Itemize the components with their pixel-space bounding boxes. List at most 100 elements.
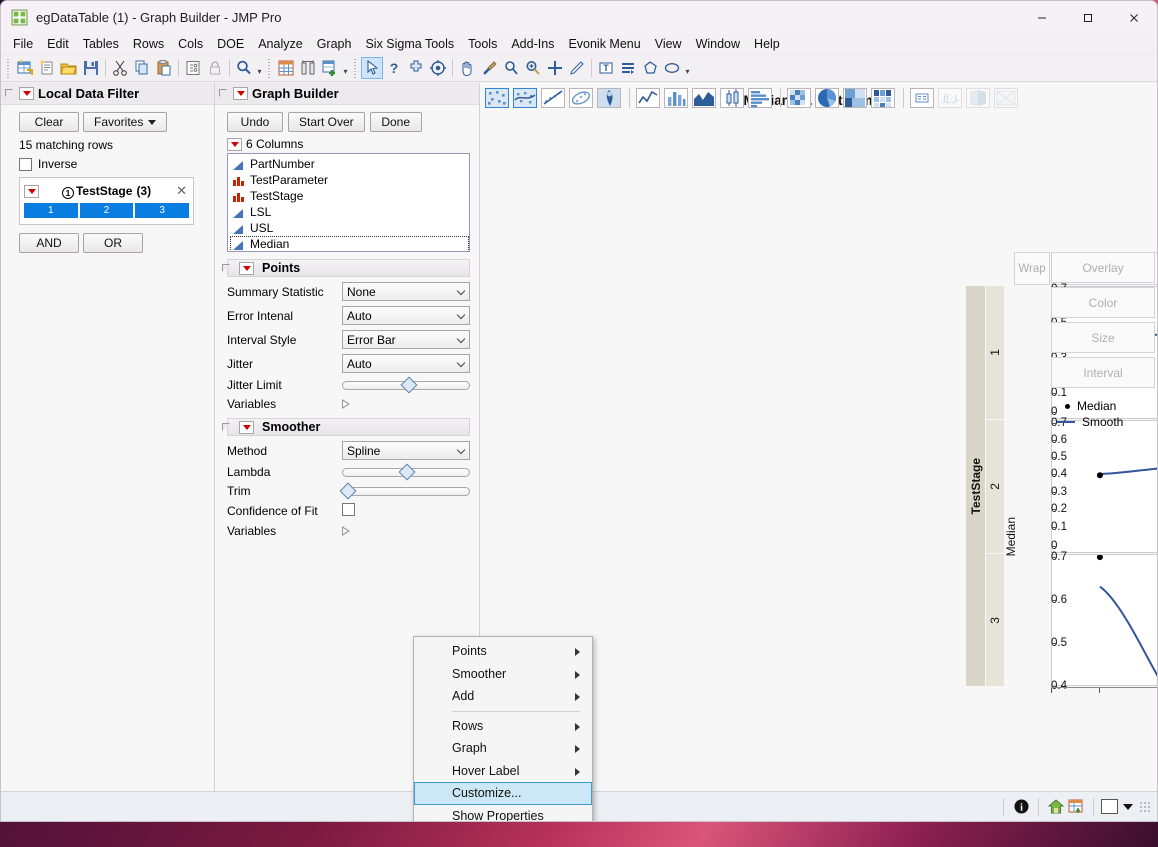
zoom-in-icon[interactable] <box>522 57 544 79</box>
toolbar-overflow-button[interactable]: ▾ <box>341 58 350 78</box>
menu-six-sigma-tools[interactable]: Six Sigma Tools <box>358 35 461 53</box>
columns-icon[interactable] <box>297 57 319 79</box>
copy-icon[interactable] <box>131 57 153 79</box>
filter-level-item[interactable]: 2 <box>80 203 134 218</box>
scatter-line-icon[interactable] <box>540 86 566 110</box>
trim-slider[interactable] <box>342 484 470 498</box>
overlay-drop-zone[interactable]: Overlay <box>1051 252 1155 283</box>
column-item-usl[interactable]: USL <box>230 220 469 236</box>
disclosure-triangle-icon[interactable] <box>222 423 231 432</box>
facet-label-3[interactable]: 3 <box>986 554 1004 686</box>
error-interval-select[interactable]: Auto <box>342 306 470 325</box>
bar-chart-icon[interactable] <box>663 86 689 110</box>
toolbar-overflow-button[interactable]: ▾ <box>683 58 692 78</box>
interval-style-select[interactable]: Error Bar <box>342 330 470 349</box>
smoother-red-triangle-menu-icon[interactable] <box>239 421 254 434</box>
red-triangle-menu-icon[interactable] <box>233 87 248 100</box>
disclosure-triangle-icon[interactable] <box>5 89 14 98</box>
context-menu-item-rows[interactable]: Rows <box>414 715 592 738</box>
or-button[interactable]: OR <box>83 233 143 253</box>
crosshair-icon[interactable] <box>405 57 427 79</box>
context-menu-item-graph[interactable]: Graph <box>414 737 592 760</box>
new-script-icon[interactable] <box>36 57 58 79</box>
graph-builder-header[interactable]: Graph Builder <box>215 83 479 105</box>
lambda-slider[interactable] <box>342 465 470 479</box>
histogram-icon[interactable] <box>747 86 773 110</box>
resize-grip-icon[interactable] <box>1139 801 1151 813</box>
wrap-drop-zone[interactable]: Wrap <box>1014 252 1050 285</box>
dropdown-chevron-icon[interactable] <box>1123 804 1133 810</box>
paintbrush-icon[interactable] <box>478 57 500 79</box>
heatmap-icon[interactable] <box>786 86 812 110</box>
maximize-button[interactable] <box>1065 1 1111 34</box>
menu-window[interactable]: Window <box>689 35 747 53</box>
toolbar-grip[interactable] <box>5 59 12 78</box>
pie-chart-icon[interactable] <box>814 86 840 110</box>
menu-rows[interactable]: Rows <box>126 35 171 53</box>
color-drop-zone[interactable]: Color <box>1051 287 1155 318</box>
hand-grabber-icon[interactable] <box>456 57 478 79</box>
data-point[interactable] <box>1097 472 1103 478</box>
ellipse-icon[interactable] <box>568 86 594 110</box>
context-menu-item-points[interactable]: Points <box>414 640 592 663</box>
columns-header-row[interactable]: 6 Columns <box>215 132 479 153</box>
summary-statistic-select[interactable]: None <box>342 282 470 301</box>
datatable-icon[interactable] <box>1066 797 1086 817</box>
interval-drop-zone[interactable]: Interval <box>1051 357 1155 388</box>
inverse-checkbox[interactable] <box>19 158 32 171</box>
cut-icon[interactable] <box>109 57 131 79</box>
polygon-tool-icon[interactable] <box>639 57 661 79</box>
points-icon[interactable] <box>484 86 510 110</box>
jitter-select[interactable]: Auto <box>342 354 470 373</box>
points-red-triangle-menu-icon[interactable] <box>239 262 254 275</box>
minimize-button[interactable] <box>1019 1 1065 34</box>
done-button[interactable]: Done <box>370 112 422 132</box>
context-menu-item-add[interactable]: Add <box>414 685 592 708</box>
new-datatable-icon[interactable] <box>14 57 36 79</box>
box-plot-icon[interactable] <box>719 86 745 110</box>
legend-item-smooth[interactable]: Smooth <box>1057 414 1155 430</box>
caption-box-icon[interactable] <box>909 86 935 110</box>
disclosure-triangle-icon[interactable] <box>222 264 231 273</box>
column-item-testparameter[interactable]: TestParameter <box>230 172 469 188</box>
filter-level-item[interactable]: 1 <box>24 203 78 218</box>
column-item-lsl[interactable]: LSL <box>230 204 469 220</box>
line-chart-icon[interactable] <box>635 86 661 110</box>
filter-red-triangle-menu-icon[interactable] <box>24 185 39 198</box>
group-y-variable-band[interactable]: TestStage <box>966 286 985 686</box>
slider-knob[interactable] <box>401 377 418 394</box>
toolbar-overflow-button[interactable]: ▾ <box>255 58 264 78</box>
search-icon[interactable] <box>233 57 255 79</box>
open-icon[interactable] <box>58 57 80 79</box>
line-tool-icon[interactable] <box>617 57 639 79</box>
menu-analyze[interactable]: Analyze <box>251 35 309 53</box>
context-menu-item-customize[interactable]: Customize... <box>414 782 592 805</box>
pencil-icon[interactable] <box>566 57 588 79</box>
expand-arrow-icon[interactable] <box>342 399 350 409</box>
color-swatch-icon[interactable] <box>1101 799 1118 814</box>
menu-tools[interactable]: Tools <box>461 35 504 53</box>
mosaic-icon[interactable] <box>870 86 896 110</box>
treemap-icon[interactable] <box>842 86 868 110</box>
and-button[interactable]: AND <box>19 233 79 253</box>
brush-target-icon[interactable] <box>427 57 449 79</box>
facet-label-1[interactable]: 1 <box>986 286 1004 419</box>
contour-icon[interactable] <box>596 86 622 110</box>
red-triangle-menu-icon[interactable] <box>19 87 34 100</box>
column-item-partnumber[interactable]: PartNumber <box>230 156 469 172</box>
crosshairs-plus-icon[interactable] <box>544 57 566 79</box>
menu-add-ins[interactable]: Add-Ins <box>504 35 561 53</box>
inverse-row[interactable]: Inverse <box>1 152 214 171</box>
menu-tables[interactable]: Tables <box>76 35 126 53</box>
disclosure-triangle-icon[interactable] <box>219 89 228 98</box>
legend-item-median[interactable]: Median <box>1057 398 1155 414</box>
start-over-button[interactable]: Start Over <box>288 112 365 132</box>
column-item-teststage[interactable]: TestStage <box>230 188 469 204</box>
save-icon[interactable] <box>80 57 102 79</box>
text-tool-icon[interactable]: T <box>595 57 617 79</box>
smoother-section-header[interactable]: Smoother <box>227 418 470 436</box>
menu-file[interactable]: File <box>6 35 40 53</box>
context-menu-item-show-properties[interactable]: Show Properties <box>414 805 592 823</box>
slider-knob[interactable] <box>398 464 415 481</box>
context-menu-item-smoother[interactable]: Smoother <box>414 663 592 686</box>
